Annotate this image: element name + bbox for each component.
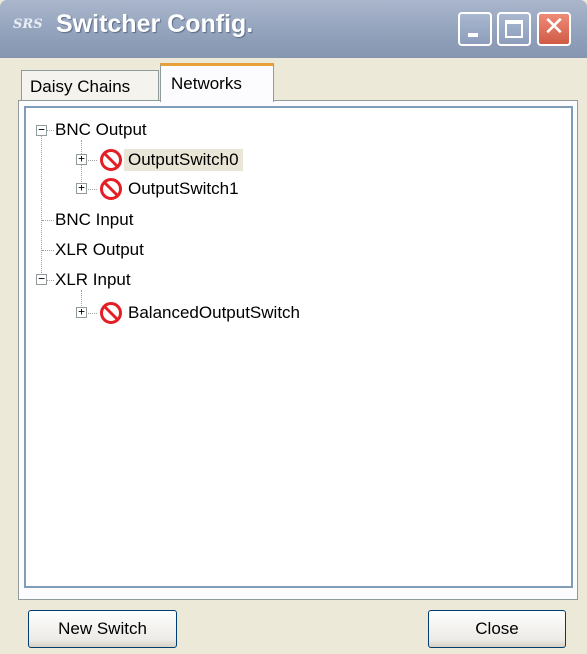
- tree-connector: [42, 220, 54, 221]
- tree-node-balancedoutputswitch[interactable]: BalancedOutputSwitch: [128, 302, 300, 324]
- no-entry-icon: [100, 178, 122, 200]
- tree-node-outputswitch1[interactable]: OutputSwitch1: [128, 178, 239, 200]
- tree-node-bnc-output[interactable]: BNC Output: [55, 119, 147, 141]
- minimize-icon: [468, 33, 478, 37]
- collapse-toggle[interactable]: −: [36, 273, 47, 285]
- new-switch-button[interactable]: New Switch: [28, 610, 177, 648]
- tree-connector: [42, 250, 54, 251]
- expand-toggle[interactable]: +: [76, 306, 87, 318]
- tree-connector: [86, 189, 97, 190]
- close-window-button[interactable]: ✕: [537, 12, 571, 46]
- minimize-button[interactable]: [458, 12, 492, 46]
- collapse-toggle[interactable]: −: [36, 124, 47, 136]
- title-bar[interactable]: SRS Switcher Config. ✕: [0, 0, 587, 58]
- no-entry-icon: [100, 149, 122, 171]
- tab-networks[interactable]: Networks: [160, 63, 274, 102]
- maximize-button[interactable]: [497, 12, 531, 46]
- window-title: Switcher Config.: [56, 10, 254, 38]
- network-tree-view[interactable]: − BNC Output + OutputSwitch0 + OutputSwi…: [24, 106, 573, 588]
- no-entry-icon: [100, 302, 122, 324]
- close-button[interactable]: Close: [428, 610, 566, 648]
- srs-logo: SRS: [13, 17, 43, 32]
- tree-connector: [46, 130, 54, 131]
- tree-connector: [86, 313, 97, 314]
- switcher-config-window: SRS Switcher Config. ✕ Daisy Chains Netw…: [0, 0, 587, 654]
- tree-node-xlr-output[interactable]: XLR Output: [55, 239, 144, 261]
- tree-connector: [41, 136, 42, 285]
- tree-node-outputswitch0[interactable]: OutputSwitch0: [124, 149, 243, 171]
- expand-toggle[interactable]: +: [76, 153, 87, 165]
- maximize-icon: [505, 20, 523, 38]
- tree-node-bnc-input[interactable]: BNC Input: [55, 209, 133, 231]
- close-icon: ✕: [543, 12, 565, 42]
- expand-toggle[interactable]: +: [76, 182, 87, 194]
- tree-connector: [86, 160, 97, 161]
- tree-node-xlr-input[interactable]: XLR Input: [55, 269, 131, 291]
- tree-connector: [46, 280, 54, 281]
- tab-daisy-chains[interactable]: Daisy Chains: [21, 70, 159, 101]
